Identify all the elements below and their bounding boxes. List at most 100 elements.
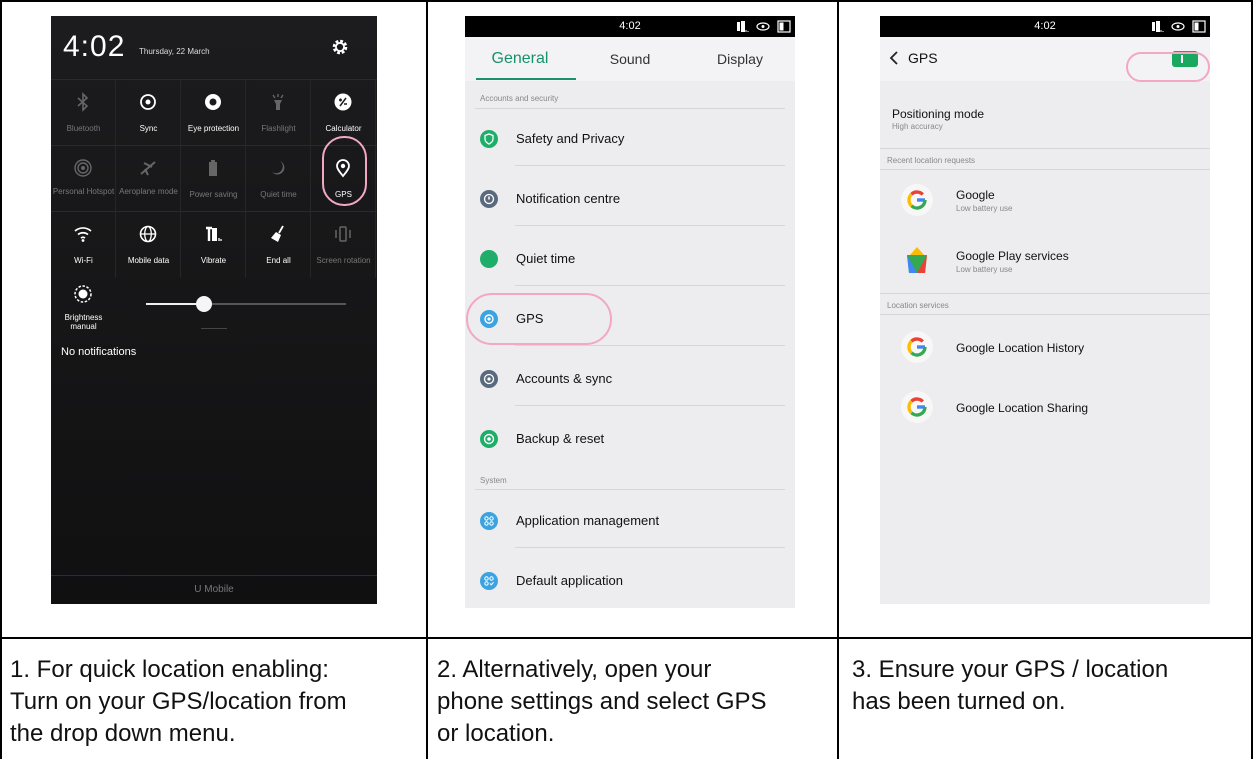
calculator-icon: [334, 93, 352, 111]
tile-screen-rotation[interactable]: Screen rotation: [311, 212, 376, 278]
table-border-left: [0, 0, 2, 759]
table-column-divider: [426, 0, 428, 759]
tile-eye-protection[interactable]: Eye protection: [181, 80, 246, 146]
gps-tile-highlight: [322, 136, 367, 206]
divider: [880, 314, 1210, 315]
airplane-icon: [140, 161, 156, 176]
divider: [515, 165, 785, 166]
tile-personal-hotspot[interactable]: Personal Hotspot: [51, 146, 116, 212]
no-notifications-text: No notifications: [61, 346, 137, 358]
tile-power-saving[interactable]: Power saving: [181, 146, 246, 212]
positioning-mode-value: High accuracy: [892, 122, 943, 131]
sync-icon: [140, 94, 156, 110]
settings-item-application-management[interactable]: Application management: [465, 512, 795, 572]
section-header: System: [480, 476, 507, 485]
tile-end-all[interactable]: End all: [246, 212, 311, 278]
tile-quiet-time[interactable]: Quiet time: [246, 146, 311, 212]
settings-item-notification-centre[interactable]: Notification centre: [465, 190, 795, 250]
google-icon: [901, 331, 933, 363]
settings-item-safety-and-privacy[interactable]: Safety and Privacy: [465, 130, 795, 190]
gear-icon[interactable]: [331, 38, 349, 56]
battery-icon: [209, 160, 217, 176]
tile-flashlight[interactable]: Flashlight: [246, 80, 311, 146]
location-request-google-play-services[interactable]: Google Play services Low battery use: [880, 243, 1210, 299]
brightness-icon: [74, 285, 92, 303]
gps-settings-screenshot: 4:02 GPS Positioning mode High accuracy …: [880, 16, 1210, 604]
tab-display[interactable]: Display: [685, 37, 795, 81]
status-bar: 4:02: [880, 16, 1210, 37]
vibrate-icon: [206, 226, 222, 241]
settings-tabs: General Sound Display: [465, 37, 795, 81]
brightness-label: Brightness manual: [64, 313, 103, 331]
tile-bluetooth[interactable]: Bluetooth: [51, 80, 116, 146]
location-service-google-location-history[interactable]: Google Location History: [880, 330, 1210, 386]
tab-sound[interactable]: Sound: [575, 37, 685, 81]
divider: [515, 225, 785, 226]
divider: [515, 345, 785, 346]
divider: [515, 405, 785, 406]
brightness-slider-knob[interactable]: [196, 296, 212, 312]
tile-vibrate[interactable]: Vibrate: [181, 212, 246, 278]
google-icon: [901, 391, 933, 423]
sync-icon: [480, 370, 498, 388]
table-column-divider: [837, 0, 839, 759]
settings-item-backup-reset[interactable]: Backup & reset: [465, 430, 795, 490]
divider: [880, 169, 1210, 170]
active-tab-indicator: [476, 78, 576, 80]
toggle-highlight: [1126, 52, 1210, 82]
section-header: Accounts and security: [480, 94, 559, 103]
settings-item-default-application[interactable]: Default application: [465, 572, 795, 608]
google-play-services-icon: [907, 247, 927, 273]
divider: [475, 108, 785, 109]
status-icons: [737, 20, 791, 33]
tile-mobile-data[interactable]: Mobile data: [116, 212, 181, 278]
rotation-icon: [335, 226, 351, 242]
notification-shade-screenshot: 4:02 Thursday, 22 March Bluetooth Sync E…: [51, 16, 377, 604]
bluetooth-icon: [77, 92, 89, 112]
settings-item-accounts-sync[interactable]: Accounts & sync: [465, 370, 795, 430]
page-title: GPS: [908, 50, 938, 66]
divider: [475, 489, 785, 490]
tile-wifi[interactable]: Wi-Fi: [51, 212, 116, 278]
section-header: Location services: [887, 301, 949, 310]
divider: [880, 293, 1210, 294]
caption-step-2: 2. Alternatively, open your phone settin…: [437, 656, 767, 747]
wifi-icon: [74, 227, 92, 242]
flashlight-icon: [272, 94, 284, 110]
eye-protection-icon: [205, 94, 221, 110]
tab-general[interactable]: General: [465, 37, 575, 81]
moon-icon: [272, 161, 285, 175]
status-icons: [1152, 20, 1206, 33]
carrier-name: U Mobile: [51, 575, 377, 604]
moon-icon: [480, 250, 498, 268]
tile-sync[interactable]: Sync: [116, 80, 181, 146]
backup-icon: [480, 430, 498, 448]
clock: 4:02: [63, 30, 126, 63]
hotspot-icon: [74, 159, 92, 177]
date: Thursday, 22 March: [139, 47, 210, 56]
google-icon: [901, 184, 933, 216]
chevron-left-icon[interactable]: [888, 51, 900, 65]
apps-icon: [480, 512, 498, 530]
gps-item-highlight: [466, 293, 612, 345]
section-header: Recent location requests: [887, 156, 976, 165]
location-request-google[interactable]: Google Low battery use: [880, 183, 1210, 239]
shield-icon: [480, 130, 498, 148]
divider: [880, 148, 1210, 149]
notification-icon: [480, 190, 498, 208]
positioning-mode-title[interactable]: Positioning mode: [892, 107, 984, 121]
instruction-table: 4:02 Thursday, 22 March Bluetooth Sync E…: [0, 0, 1253, 759]
default-apps-icon: [480, 572, 498, 590]
caption-step-3: 3. Ensure your GPS / location has been t…: [852, 656, 1169, 715]
quick-settings-row: Wi-Fi Mobile data Vibrate End all Screen…: [51, 211, 377, 278]
location-service-google-location-sharing[interactable]: Google Location Sharing: [880, 390, 1210, 446]
broom-icon: [271, 225, 284, 242]
table-row-divider: [0, 637, 1253, 639]
divider: [515, 285, 785, 286]
status-bar: 4:02: [465, 16, 795, 37]
table-border-top: [0, 0, 1253, 2]
tile-aeroplane-mode[interactable]: Aeroplane mode: [116, 146, 181, 212]
divider: [515, 547, 785, 548]
drag-handle[interactable]: [201, 328, 227, 329]
caption-step-1: 1. For quick location enabling: Turn on …: [10, 656, 347, 747]
